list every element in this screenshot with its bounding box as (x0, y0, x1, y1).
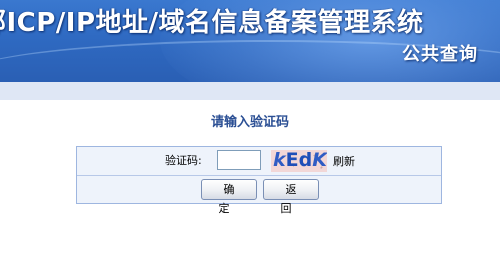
refresh-captcha-link[interactable]: 刷新 (333, 155, 355, 169)
captcha-row: 验证码: kEdK 刷新 (77, 147, 441, 176)
captcha-char-1: k (273, 150, 286, 171)
captcha-code: kEdK (273, 150, 327, 171)
captcha-char-2: Ed (285, 150, 313, 171)
verify-heading: 请输入验证码 (210, 115, 289, 130)
verify-form: 验证码: kEdK 刷新 确 定 返 回 (76, 146, 442, 215)
captcha-image[interactable]: kEdK (271, 150, 327, 172)
captcha-char-3: K (312, 150, 327, 171)
system-subtitle: 公共查询 (402, 44, 478, 65)
system-title: 部ICP/IP地址/域名信息备案管理系统 (0, 8, 424, 38)
page: 部ICP/IP地址/域名信息备案管理系统 公共查询 请输入验证码 验证码: kE… (0, 0, 500, 278)
confirm-button[interactable]: 确 定 (201, 179, 257, 215)
captcha-label: 验证码: (165, 154, 202, 167)
button-row: 确 定 返 回 (77, 176, 441, 215)
header-banner: 部ICP/IP地址/域名信息备案管理系统 公共查询 (0, 0, 500, 82)
back-button[interactable]: 返 回 (263, 179, 319, 215)
header-divider-strip (0, 82, 500, 100)
captcha-input[interactable] (217, 150, 261, 170)
